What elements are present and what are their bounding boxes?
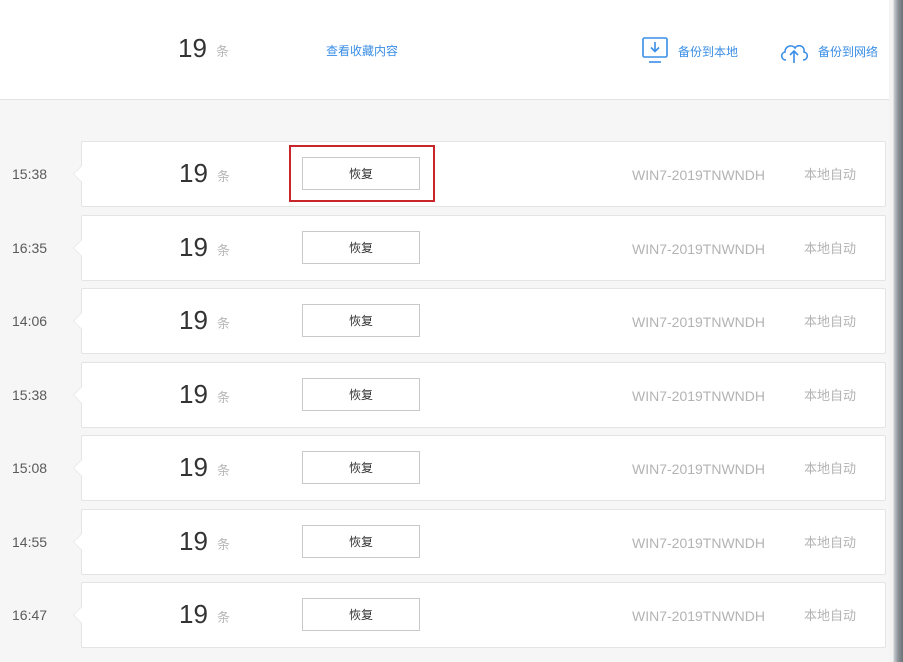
backup-local-button[interactable]: 备份到本地 — [640, 36, 738, 66]
backup-record-row: 15:38 19 条 恢复 WIN7-2019TNWNDH 本地自动 — [0, 362, 889, 428]
backup-history-window: 19 条 查看收藏内容 备份到本地 备份到网络 15:38 19 条 恢复 WI… — [0, 0, 903, 662]
record-backup-type: 本地自动 — [804, 388, 857, 403]
view-favorites-link[interactable]: 查看收藏内容 — [326, 42, 398, 59]
backup-network-button[interactable]: 备份到网络 — [778, 36, 878, 66]
record-machine-name: WIN7-2019TNWNDH — [632, 314, 766, 330]
record-backup-type: 本地自动 — [804, 461, 857, 476]
record-count: 19 — [179, 526, 208, 556]
cloud-upload-icon — [778, 36, 810, 66]
backup-record-row: 16:35 19 条 恢复 WIN7-2019TNWNDH 本地自动 — [0, 215, 889, 281]
restore-button[interactable]: 恢复 — [302, 157, 420, 190]
record-count-unit: 条 — [217, 390, 231, 405]
record-card: 19 条 恢复 WIN7-2019TNWNDH 本地自动 — [73, 582, 886, 648]
record-count: 19 — [179, 232, 208, 262]
backup-record-row: 14:06 19 条 恢复 WIN7-2019TNWNDH 本地自动 — [0, 288, 889, 354]
record-count: 19 — [179, 452, 208, 482]
record-machine-name: WIN7-2019TNWNDH — [632, 388, 766, 404]
restore-button[interactable]: 恢复 — [302, 304, 420, 337]
record-machine-name: WIN7-2019TNWNDH — [632, 241, 766, 257]
backup-record-row: 14:55 19 条 恢复 WIN7-2019TNWNDH 本地自动 — [0, 509, 889, 575]
window-edge — [889, 0, 903, 662]
record-count: 19 — [179, 305, 208, 335]
record-machine-name: WIN7-2019TNWNDH — [632, 608, 766, 624]
record-count-unit: 条 — [217, 537, 231, 552]
backup-record-row: 15:08 19 条 恢复 WIN7-2019TNWNDH 本地自动 — [0, 435, 889, 501]
record-card: 19 条 恢复 WIN7-2019TNWNDH 本地自动 — [73, 141, 886, 207]
record-time: 15:08 — [12, 460, 48, 476]
record-backup-type: 本地自动 — [804, 314, 857, 329]
record-count: 19 — [179, 379, 208, 409]
backup-record-list: 15:38 19 条 恢复 WIN7-2019TNWNDH 本地自动 16:35… — [0, 100, 889, 662]
restore-button[interactable]: 恢复 — [302, 231, 420, 264]
record-backup-type: 本地自动 — [804, 167, 857, 182]
record-card: 19 条 恢复 WIN7-2019TNWNDH 本地自动 — [73, 435, 886, 501]
restore-button[interactable]: 恢复 — [302, 598, 420, 631]
download-to-local-icon — [640, 36, 670, 66]
record-time: 16:35 — [12, 240, 48, 256]
favorites-count-unit: 条 — [216, 44, 230, 59]
backup-record-row: 15:38 19 条 恢复 WIN7-2019TNWNDH 本地自动 — [0, 141, 889, 207]
backup-network-label: 备份到网络 — [818, 44, 879, 59]
record-backup-type: 本地自动 — [804, 535, 857, 550]
backup-record-row: 16:47 19 条 恢复 WIN7-2019TNWNDH 本地自动 — [0, 582, 889, 648]
restore-button[interactable]: 恢复 — [302, 451, 420, 484]
record-machine-name: WIN7-2019TNWNDH — [632, 535, 766, 551]
record-machine-name: WIN7-2019TNWNDH — [632, 461, 766, 477]
record-card: 19 条 恢复 WIN7-2019TNWNDH 本地自动 — [73, 362, 886, 428]
record-count: 19 — [179, 158, 208, 188]
record-card: 19 条 恢复 WIN7-2019TNWNDH 本地自动 — [73, 288, 886, 354]
record-backup-type: 本地自动 — [804, 608, 857, 623]
record-time: 14:55 — [12, 534, 48, 550]
record-count-unit: 条 — [217, 169, 231, 184]
favorites-count: 19 — [178, 33, 207, 63]
record-count-unit: 条 — [217, 610, 231, 625]
record-card: 19 条 恢复 WIN7-2019TNWNDH 本地自动 — [73, 509, 886, 575]
header-bar: 19 条 查看收藏内容 备份到本地 备份到网络 — [0, 0, 889, 100]
record-time: 16:47 — [12, 607, 48, 623]
record-time: 14:06 — [12, 313, 48, 329]
backup-local-label: 备份到本地 — [678, 44, 739, 59]
record-count: 19 — [179, 599, 208, 629]
restore-button[interactable]: 恢复 — [302, 525, 420, 558]
record-count-unit: 条 — [217, 463, 231, 478]
record-backup-type: 本地自动 — [804, 241, 857, 256]
record-count-unit: 条 — [217, 243, 231, 258]
record-time: 15:38 — [12, 387, 48, 403]
restore-button[interactable]: 恢复 — [302, 378, 420, 411]
record-count-unit: 条 — [217, 316, 231, 331]
record-time: 15:38 — [12, 166, 48, 182]
record-card: 19 条 恢复 WIN7-2019TNWNDH 本地自动 — [73, 215, 886, 281]
record-machine-name: WIN7-2019TNWNDH — [632, 167, 766, 183]
